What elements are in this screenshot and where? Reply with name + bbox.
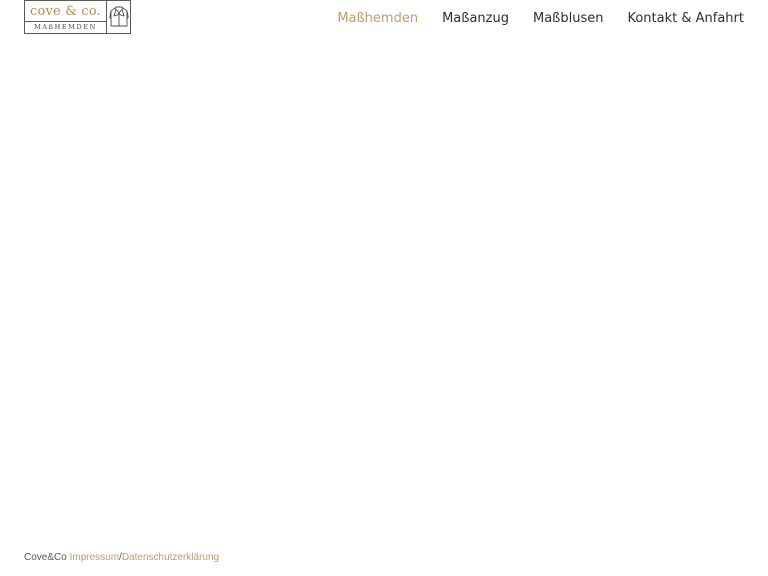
site-header: cove & co. MAßHEMDEN Maßhemden Maßanzug	[24, 0, 744, 36]
main-navigation: Maßhemden Maßanzug Maßblusen Kontakt & A…	[337, 0, 744, 36]
footer-link-impressum[interactable]: Impressum	[70, 552, 119, 563]
nav-item-massblusen[interactable]: Maßblusen	[533, 12, 603, 25]
nav-item-massanzug[interactable]: Maßanzug	[442, 12, 509, 25]
footer-copyright: Cove&Co	[24, 552, 67, 563]
site-footer: Cove&Co Impressum/Datenschutzerklärung	[24, 552, 219, 564]
page: cove & co. MAßHEMDEN Maßhemden Maßanzug	[0, 0, 768, 576]
shirt-icon	[107, 1, 130, 33]
logo-text-block: cove & co. MAßHEMDEN	[25, 1, 107, 33]
nav-item-masshemden[interactable]: Maßhemden	[337, 12, 418, 25]
footer-link-datenschutz[interactable]: Datenschutzerklärung	[122, 552, 219, 563]
logo-brand-name: cove & co.	[25, 1, 106, 22]
nav-item-kontakt-anfahrt[interactable]: Kontakt & Anfahrt	[627, 12, 744, 25]
logo-subtitle: MAßHEMDEN	[34, 23, 97, 32]
site-logo[interactable]: cove & co. MAßHEMDEN	[24, 0, 131, 34]
